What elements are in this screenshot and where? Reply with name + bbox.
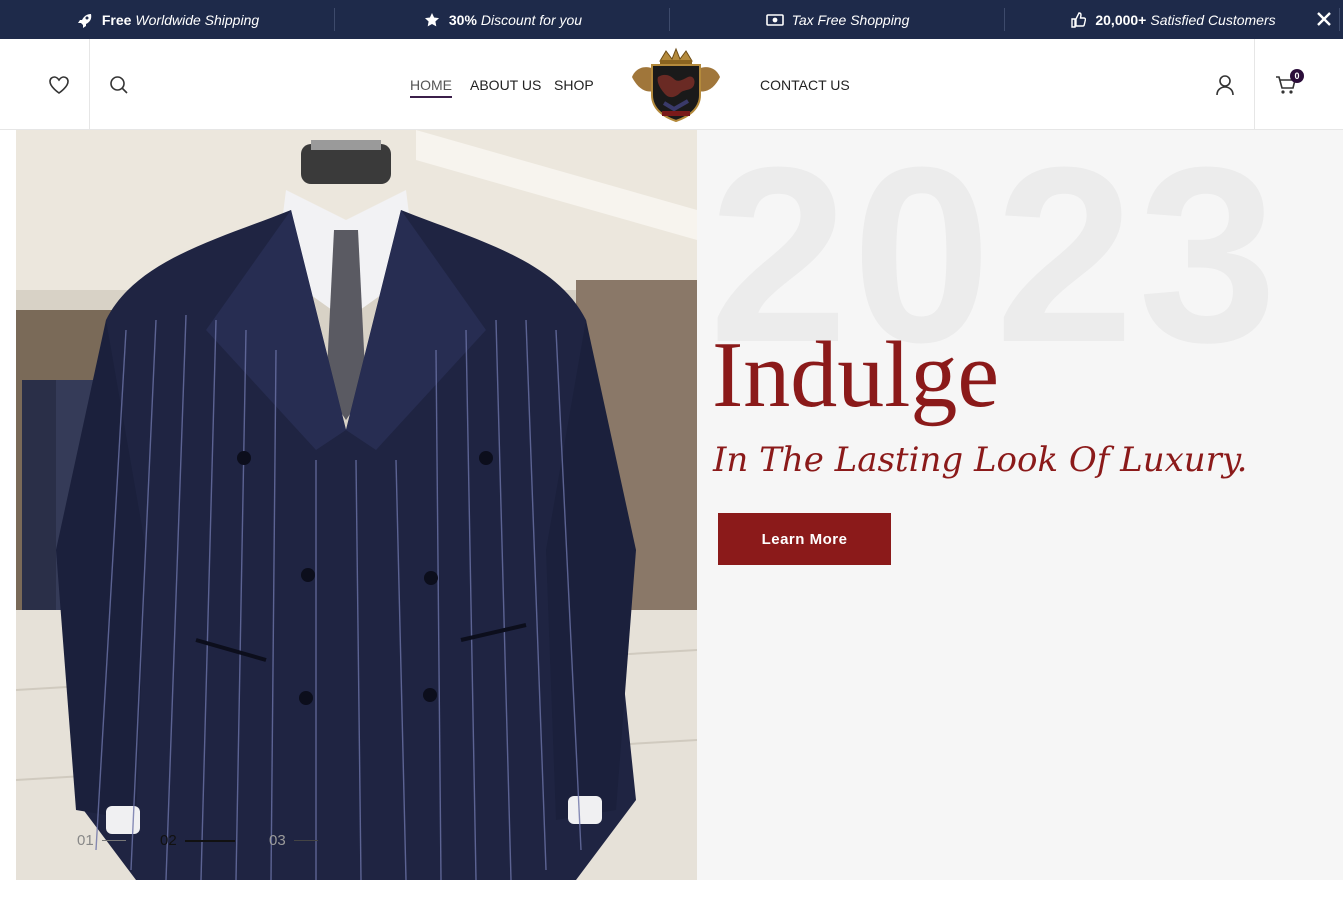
slide-pager-2[interactable]: 02	[160, 832, 235, 849]
rocket-icon	[76, 11, 94, 29]
nav-home[interactable]: HOME	[410, 77, 452, 98]
promo-text: Discount for you	[480, 11, 583, 28]
pager-line	[101, 840, 126, 841]
promo-discount: 30% Discount for you	[335, 0, 670, 39]
promo-bold: Free	[101, 11, 132, 28]
promo-bold: 30%	[448, 11, 477, 28]
close-icon[interactable]	[1313, 8, 1335, 30]
search-icon[interactable]	[104, 70, 134, 100]
star-icon	[423, 11, 441, 29]
promo-free-shipping: Free Worldwide Shipping	[0, 0, 335, 39]
cash-icon	[765, 11, 784, 29]
slide-pager-1[interactable]: 01	[77, 832, 126, 849]
slide-pager-3[interactable]: 03	[269, 832, 318, 849]
hero-slider: 01 02 03 2023 Indulge In The Lasting Loo…	[16, 130, 1343, 880]
heart-icon[interactable]	[44, 70, 74, 100]
pager-number: 03	[269, 832, 286, 849]
main-nav: SHOP	[554, 39, 594, 130]
pager-number: 01	[77, 832, 94, 849]
promo-tax-free: Tax Free Shopping	[670, 0, 1005, 39]
header-divider	[89, 39, 90, 130]
promo-customers: 20,000+ Satisfied Customers	[1005, 0, 1340, 39]
hero-suit-image: 01 02 03	[16, 130, 697, 880]
pager-line	[184, 839, 235, 842]
hero-headline: Indulge	[712, 323, 1000, 427]
user-icon[interactable]	[1210, 70, 1240, 100]
pager-line	[293, 840, 318, 841]
cart-count-badge: 0	[1290, 69, 1304, 83]
promo-text: Tax Free Shopping	[791, 11, 910, 28]
thumbs-up-icon	[1069, 11, 1087, 29]
promo-bold: 20,000+	[1095, 11, 1147, 28]
promo-bar: Free Worldwide Shipping 30% Discount for…	[0, 0, 1343, 39]
pager-number: 02	[160, 832, 177, 849]
promo-text: Worldwide Shipping	[135, 11, 260, 28]
logo[interactable]	[624, 47, 728, 123]
nav-shop[interactable]: SHOP	[554, 77, 594, 93]
nav-about-us[interactable]: ABOUT US	[470, 77, 541, 93]
learn-more-button[interactable]: Learn More	[718, 513, 891, 565]
nav-contact-us[interactable]: CONTACT US	[760, 77, 850, 93]
main-nav: ABOUT US	[470, 39, 541, 130]
promo-text: Satisfied Customers	[1150, 11, 1276, 28]
hero-subheadline: In The Lasting Look Of Luxury.	[713, 440, 1248, 480]
main-nav: HOME	[410, 39, 452, 130]
